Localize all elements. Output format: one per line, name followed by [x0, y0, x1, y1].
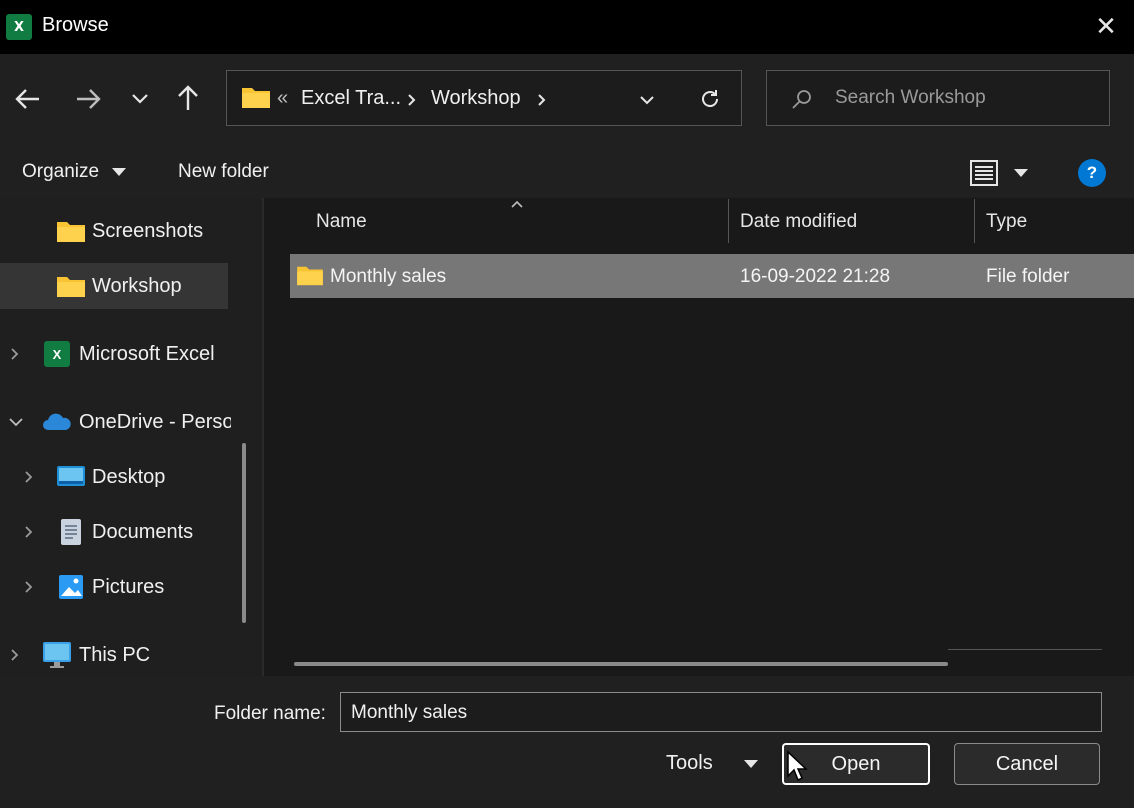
- sidebar-item-workshop[interactable]: Workshop: [0, 263, 228, 309]
- search-box[interactable]: Search Workshop: [766, 70, 1110, 126]
- folder-icon: [297, 266, 323, 286]
- chevron-right-icon: [408, 94, 416, 106]
- column-header-date-modified[interactable]: Date modified: [740, 211, 857, 233]
- help-icon[interactable]: ?: [1078, 159, 1106, 187]
- sidebar-item-desktop[interactable]: Desktop: [0, 454, 240, 500]
- caret-down-icon: [112, 167, 127, 176]
- scroll-track: [948, 649, 1102, 650]
- new-folder-button[interactable]: New folder: [178, 161, 269, 183]
- search-placeholder: Search Workshop: [835, 87, 986, 108]
- sidebar-item-label: Workshop: [92, 275, 182, 297]
- title-bar: [0, 0, 1134, 54]
- breadcrumb-overflow[interactable]: «: [277, 87, 288, 110]
- folder-icon: [57, 222, 85, 242]
- organize-label: Organize: [22, 161, 100, 182]
- recent-locations-button[interactable]: [122, 81, 158, 117]
- column-header-name[interactable]: Name: [316, 211, 367, 233]
- file-date-modified: 16-09-2022 21:28: [740, 266, 891, 287]
- column-header-type[interactable]: Type: [986, 211, 1027, 233]
- chevron-down-icon: [132, 94, 148, 104]
- sidebar-item-label: Screenshots: [92, 220, 204, 242]
- breadcrumb-item[interactable]: Workshop: [431, 87, 521, 110]
- sidebar-item-pictures[interactable]: Pictures: [0, 564, 240, 610]
- documents-icon: [61, 519, 81, 545]
- folder-name-field[interactable]: Monthly sales: [340, 692, 1102, 732]
- chevron-right-icon: [538, 94, 546, 106]
- sidebar-item-label: Desktop: [92, 466, 166, 488]
- window-title: Browse: [42, 14, 109, 36]
- excel-app-icon: X: [6, 14, 32, 40]
- file-type: File folder: [986, 266, 1070, 287]
- organize-button[interactable]: Organize: [22, 161, 127, 183]
- caret-down-icon: [744, 759, 759, 768]
- excel-app-icon-letter: X: [13, 19, 25, 35]
- tools-button[interactable]: Tools: [666, 752, 759, 775]
- column-separator[interactable]: [728, 199, 729, 243]
- sidebar-item-microsoft-excel[interactable]: X Microsoft Excel: [0, 331, 240, 377]
- sidebar-item-screenshots[interactable]: Screenshots: [0, 208, 228, 254]
- breadcrumb-item[interactable]: Excel Tra...: [301, 87, 401, 110]
- arrow-right-icon: [77, 89, 101, 109]
- sort-ascending-icon: [511, 200, 523, 208]
- tools-label: Tools: [666, 752, 713, 774]
- excel-icon: X: [44, 341, 70, 367]
- onedrive-icon: [43, 413, 71, 430]
- command-bar: [0, 146, 1134, 198]
- back-button[interactable]: [10, 81, 46, 117]
- column-separator[interactable]: [974, 199, 975, 243]
- chevron-right-icon: [25, 581, 33, 593]
- file-row[interactable]: Monthly sales 16-09-2022 21:28 File fold…: [290, 254, 1134, 298]
- file-name: Monthly sales: [330, 266, 447, 287]
- chevron-down-icon: [9, 418, 23, 427]
- address-dropdown-chevron-icon: [640, 96, 654, 105]
- view-options-button[interactable]: [970, 160, 1028, 191]
- sidebar-item-this-pc[interactable]: This PC: [0, 632, 240, 678]
- details-view-icon: [970, 160, 998, 186]
- caret-down-icon: [1014, 169, 1028, 177]
- sidebar-item-label: Microsoft Excel: [79, 343, 215, 365]
- arrow-left-icon: [15, 89, 39, 109]
- navigation-pane-scrollbar[interactable]: [242, 443, 246, 623]
- horizontal-scrollbar[interactable]: [294, 662, 948, 666]
- sidebar-item-label: Documents: [92, 521, 194, 543]
- desktop-icon: [57, 466, 85, 486]
- chevron-right-icon: [25, 471, 33, 483]
- chevron-right-icon: [25, 526, 33, 538]
- cancel-button[interactable]: Cancel: [954, 743, 1100, 785]
- close-icon[interactable]: ✕: [1090, 10, 1122, 42]
- pc-icon: [43, 642, 71, 668]
- folder-icon: [57, 277, 85, 297]
- folder-icon: [242, 88, 270, 108]
- forward-button[interactable]: [70, 81, 106, 117]
- sidebar-item-label: This PC: [79, 644, 151, 666]
- pictures-icon: [59, 575, 83, 599]
- mouse-cursor-icon: [787, 750, 808, 782]
- chevron-right-icon: [11, 348, 19, 360]
- up-button[interactable]: [170, 80, 206, 116]
- sidebar-item-label: Pictures: [92, 576, 165, 598]
- sidebar-item-onedrive[interactable]: OneDrive - Perso: [0, 399, 240, 445]
- refresh-icon: [702, 90, 718, 107]
- chevron-right-icon: [11, 649, 19, 661]
- sidebar-item-label: OneDrive - Perso: [79, 411, 231, 433]
- arrow-up-icon: [178, 85, 198, 110]
- search-icon: [792, 90, 811, 109]
- sidebar-item-documents[interactable]: Documents: [0, 509, 240, 555]
- folder-name-label: Folder name:: [214, 703, 326, 724]
- address-bar[interactable]: « Excel Tra... Workshop: [226, 70, 742, 126]
